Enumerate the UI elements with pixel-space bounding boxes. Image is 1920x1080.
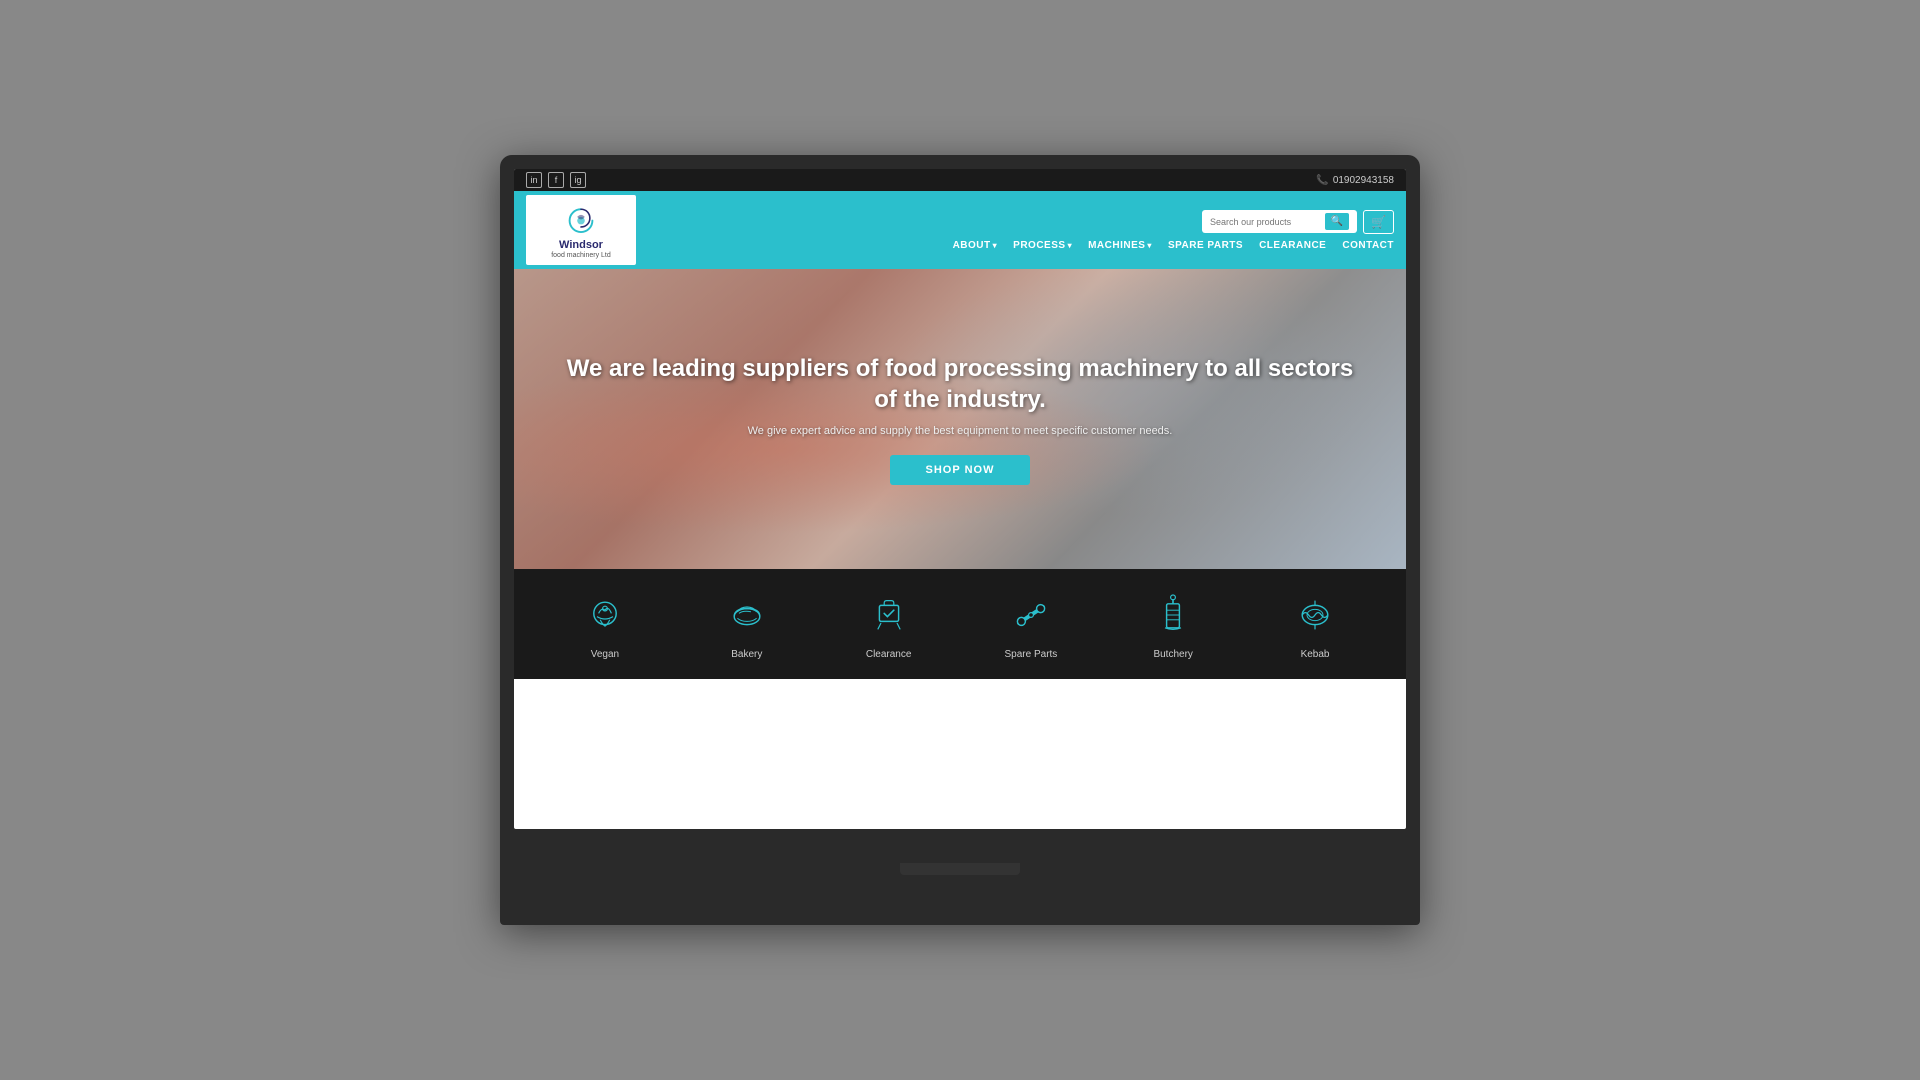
category-bakery-label: Bakery	[731, 649, 762, 660]
nav-item-clearance[interactable]: CLEARANCE	[1259, 240, 1326, 251]
cart-button[interactable]: 🛒	[1363, 210, 1394, 234]
facebook-icon[interactable]: f	[548, 172, 564, 188]
chevron-down-icon: ▾	[1147, 241, 1152, 250]
nav-item-machines[interactable]: MACHINES ▾	[1088, 240, 1152, 251]
category-vegan[interactable]: Vegan	[579, 589, 631, 660]
category-vegan-label: Vegan	[591, 649, 619, 660]
nav-menu: ABOUT ▾ PROCESS ▾ MACHINES ▾ SPARE PARTS	[953, 240, 1394, 251]
logo-icon	[562, 201, 600, 239]
social-icons-group: in f ig	[526, 172, 586, 188]
nav-item-process[interactable]: PROCESS ▾	[1013, 240, 1072, 251]
logo-box[interactable]: Windsor food machinery Ltd	[526, 195, 636, 265]
chevron-down-icon: ▾	[1068, 241, 1073, 250]
category-butchery-label: Butchery	[1153, 649, 1192, 660]
category-spare-parts[interactable]: Spare Parts	[1005, 589, 1058, 660]
category-kebab[interactable]: Kebab	[1289, 589, 1341, 660]
butchery-icon	[1147, 589, 1199, 641]
search-button[interactable]: 🔍	[1325, 213, 1349, 230]
phone-icon: 📞	[1316, 175, 1328, 186]
bakery-icon	[721, 589, 773, 641]
phone-number: 01902943158	[1333, 175, 1394, 186]
kebab-icon	[1289, 589, 1341, 641]
hero-subtitle: We give expert advice and supply the bes…	[554, 425, 1366, 437]
screen-area: in f ig 📞 01902943158	[514, 169, 1406, 829]
category-bakery[interactable]: Bakery	[721, 589, 773, 660]
hero-content: We are leading suppliers of food process…	[514, 353, 1406, 485]
vegan-icon	[579, 589, 631, 641]
category-clearance[interactable]: Clearance	[863, 589, 915, 660]
category-butchery[interactable]: Butchery	[1147, 589, 1199, 660]
shop-now-button[interactable]: SHOP NOW	[890, 455, 1031, 485]
linkedin-icon[interactable]: in	[526, 172, 542, 188]
monitor-stand	[900, 863, 1020, 875]
search-row: 🔍 🛒	[1202, 210, 1394, 234]
nav-right: 🔍 🛒 ABOUT ▾ PROCESS ▾ MACHINES	[652, 210, 1394, 251]
chevron-down-icon: ▾	[993, 241, 998, 250]
top-bar: in f ig 📞 01902943158	[514, 169, 1406, 191]
category-bar: Vegan Bakery	[514, 569, 1406, 679]
spare-parts-icon	[1005, 589, 1057, 641]
category-spare-parts-label: Spare Parts	[1005, 649, 1058, 660]
search-input[interactable]	[1210, 217, 1321, 227]
phone-info: 📞 01902943158	[1316, 175, 1394, 186]
logo-company-name: Windsor	[559, 239, 603, 251]
hero-section: We are leading suppliers of food process…	[514, 269, 1406, 569]
nav-item-spare-parts[interactable]: SPARE PARTS	[1168, 240, 1243, 251]
clearance-icon	[863, 589, 915, 641]
search-box: 🔍	[1202, 210, 1357, 233]
nav-item-contact[interactable]: CONTACT	[1342, 240, 1394, 251]
header: Windsor food machinery Ltd 🔍 🛒 ABOUT	[514, 191, 1406, 269]
category-clearance-label: Clearance	[866, 649, 912, 660]
nav-item-about[interactable]: ABOUT ▾	[953, 240, 998, 251]
instagram-icon[interactable]: ig	[570, 172, 586, 188]
hero-title: We are leading suppliers of food process…	[554, 353, 1366, 415]
category-kebab-label: Kebab	[1301, 649, 1330, 660]
logo-company-sub: food machinery Ltd	[551, 252, 611, 259]
monitor-bottom-bezel	[514, 829, 1406, 909]
monitor-frame: in f ig 📞 01902943158	[500, 155, 1420, 925]
